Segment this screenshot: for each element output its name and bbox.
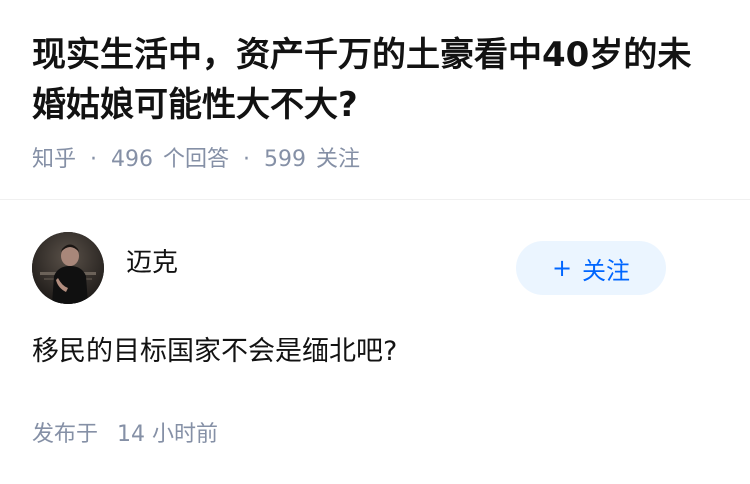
avatar-icon: [32, 232, 104, 304]
follow-button[interactable]: + 关注: [516, 241, 666, 295]
answer-card: 迈克 + 关注 移民的目标国家不会是缅北吧? 发布于 14 小时前: [0, 200, 750, 448]
question-title[interactable]: 现实生活中，资产千万的土豪看中40岁的未婚姑娘可能性大不大?: [32, 30, 718, 130]
question-header: 现实生活中，资产千万的土豪看中40岁的未婚姑娘可能性大不大? 知乎 · 496 …: [0, 0, 750, 200]
answers-count: 496: [111, 147, 154, 172]
followers-count: 599: [264, 147, 307, 172]
published-prefix: 发布于: [32, 422, 99, 447]
published-time: 发布于 14 小时前: [32, 416, 718, 448]
page: 现实生活中，资产千万的土豪看中40岁的未婚姑娘可能性大不大? 知乎 · 496 …: [0, 0, 750, 484]
published-count: 14: [117, 422, 146, 447]
meta-separator: ·: [90, 147, 98, 172]
follow-button-label: 关注: [582, 256, 631, 285]
answers-label: 个回答: [163, 147, 230, 172]
author-row: 迈克 + 关注: [32, 200, 718, 330]
published-suffix: 小时前: [152, 422, 219, 447]
question-meta: 知乎 · 496 个回答 · 599 关注: [32, 146, 718, 174]
answer-content[interactable]: 移民的目标国家不会是缅北吧?: [32, 332, 718, 372]
followers-label: 关注: [316, 147, 361, 172]
plus-icon: +: [551, 254, 573, 282]
author-name[interactable]: 迈克: [126, 242, 178, 279]
meta-separator: ·: [243, 147, 251, 172]
source-label[interactable]: 知乎: [32, 146, 76, 174]
avatar[interactable]: [32, 232, 104, 304]
